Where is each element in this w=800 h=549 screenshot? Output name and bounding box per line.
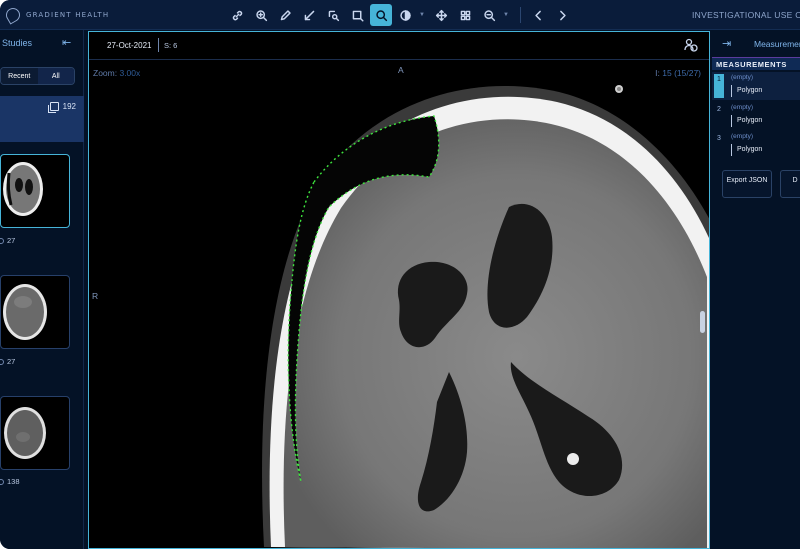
- measurement-item[interactable]: 3 (empty) Polygon: [712, 131, 800, 159]
- series-thumbnail[interactable]: [0, 396, 70, 470]
- thumbnail-image: [3, 162, 43, 216]
- measurements-panel: ⇥ Measurements MEASUREMENTS 1 (empty) Po…: [712, 30, 800, 549]
- tool-group: ▼ ▼: [226, 4, 575, 26]
- chevron-down-icon[interactable]: ▼: [418, 4, 426, 26]
- chevron-left-icon[interactable]: [527, 4, 549, 26]
- series-icon: [0, 237, 4, 244]
- series-count-value: 27: [7, 357, 16, 366]
- studies-title: Studies: [2, 38, 33, 48]
- study-count-value: 192: [62, 102, 76, 111]
- investigational-notice: INVESTIGATIONAL USE O: [692, 10, 800, 20]
- thumbnail-image: [3, 284, 47, 340]
- magnify-region-icon[interactable]: [322, 4, 344, 26]
- viewer-app: GRADIENT HEALTH ▼ ▼ INVESTIGATIONAL USE …: [0, 0, 800, 549]
- measurement-label: (empty): [731, 74, 754, 81]
- study-filter-tabs: Recent All: [0, 67, 75, 85]
- zoom-out-icon[interactable]: [478, 4, 500, 26]
- instance-overlay: I: 15 (15/27): [655, 68, 701, 78]
- patient-info-icon[interactable]: [683, 37, 699, 53]
- zoom-in-icon[interactable]: [250, 4, 272, 26]
- viewport-header: 27-Oct-2021 S: 6: [89, 32, 709, 60]
- series-thumbnail[interactable]: [0, 275, 70, 349]
- measurement-index: 2: [717, 106, 721, 113]
- measurement-item[interactable]: 2 (empty) Polygon: [712, 102, 800, 130]
- measurements-title: Measurements: [754, 39, 800, 49]
- series-count-value: 27: [7, 236, 16, 245]
- measurement-index: 1: [714, 74, 724, 98]
- thumbnail-image: [4, 407, 46, 459]
- contrast-icon[interactable]: [394, 4, 416, 26]
- chevron-down-icon[interactable]: ▼: [502, 4, 510, 26]
- orientation-left: R: [92, 291, 99, 301]
- series-thumbnail[interactable]: [0, 154, 70, 228]
- collapse-left-panel-icon[interactable]: ⇤: [62, 36, 71, 49]
- pencil-icon[interactable]: [274, 4, 296, 26]
- toolbar-separator: [520, 7, 521, 23]
- series-icon: [0, 478, 4, 485]
- zoom-label: Zoom:: [93, 68, 118, 78]
- pan-icon[interactable]: [430, 4, 452, 26]
- study-image-count: 192: [47, 102, 76, 113]
- studies-panel: Studies ⇤ Recent All 192 27 27 138: [0, 30, 84, 549]
- measurement-index: 3: [717, 135, 721, 142]
- series-count-value: 138: [7, 477, 20, 486]
- measurement-type: Polygon: [731, 85, 800, 97]
- arrow-annotate-icon[interactable]: [298, 4, 320, 26]
- zoom-overlay: Zoom: 3.00x: [93, 68, 140, 78]
- layout-icon[interactable]: [454, 4, 476, 26]
- instance-value: 15 (15/27): [662, 68, 701, 78]
- chevron-right-icon[interactable]: [551, 4, 573, 26]
- ct-scan-image: [89, 32, 709, 548]
- studies-header: Studies ⇤: [0, 30, 84, 56]
- slice-scrollbar-handle[interactable]: [700, 311, 705, 333]
- export-json-button[interactable]: Export JSON: [722, 170, 772, 198]
- link-icon[interactable]: [226, 4, 248, 26]
- measurement-label: (empty): [731, 133, 754, 140]
- series-icon: [0, 358, 4, 365]
- brand-logo-icon: [3, 5, 23, 25]
- measurement-item[interactable]: 1 (empty) Polygon: [712, 72, 800, 100]
- zoom-value: 3.00x: [119, 68, 141, 78]
- study-date: 27-Oct-2021: [107, 41, 152, 50]
- brand: GRADIENT HEALTH: [3, 5, 110, 25]
- study-card[interactable]: 192: [0, 96, 84, 142]
- copy-icon: [47, 102, 59, 113]
- secondary-button[interactable]: D: [780, 170, 800, 198]
- header-divider: [158, 38, 159, 52]
- brand-name: GRADIENT HEALTH: [26, 11, 110, 19]
- series-count: 27: [0, 357, 15, 366]
- orientation-top: A: [398, 65, 404, 75]
- measurement-type: Polygon: [731, 144, 800, 156]
- tab-all[interactable]: All: [37, 68, 74, 84]
- zoom-icon[interactable]: [370, 4, 392, 26]
- crop-icon[interactable]: [346, 4, 368, 26]
- series-number: S: 6: [164, 41, 178, 50]
- tab-recent[interactable]: Recent: [1, 68, 38, 84]
- collapse-right-panel-icon[interactable]: ⇥: [722, 37, 731, 50]
- measurements-section-title: MEASUREMENTS: [712, 57, 800, 70]
- instance-label: I:: [655, 68, 660, 78]
- top-toolbar: GRADIENT HEALTH ▼ ▼ INVESTIGATIONAL USE …: [0, 0, 800, 30]
- measurements-header: ⇥ Measurements: [712, 30, 800, 56]
- measurement-type: Polygon: [731, 115, 800, 127]
- series-count: 138: [0, 477, 20, 486]
- image-viewport[interactable]: 27-Oct-2021 S: 6 Zoom: 3.00x I: 15 (15/2…: [88, 31, 710, 549]
- measurement-label: (empty): [731, 104, 754, 111]
- series-count: 27: [0, 236, 15, 245]
